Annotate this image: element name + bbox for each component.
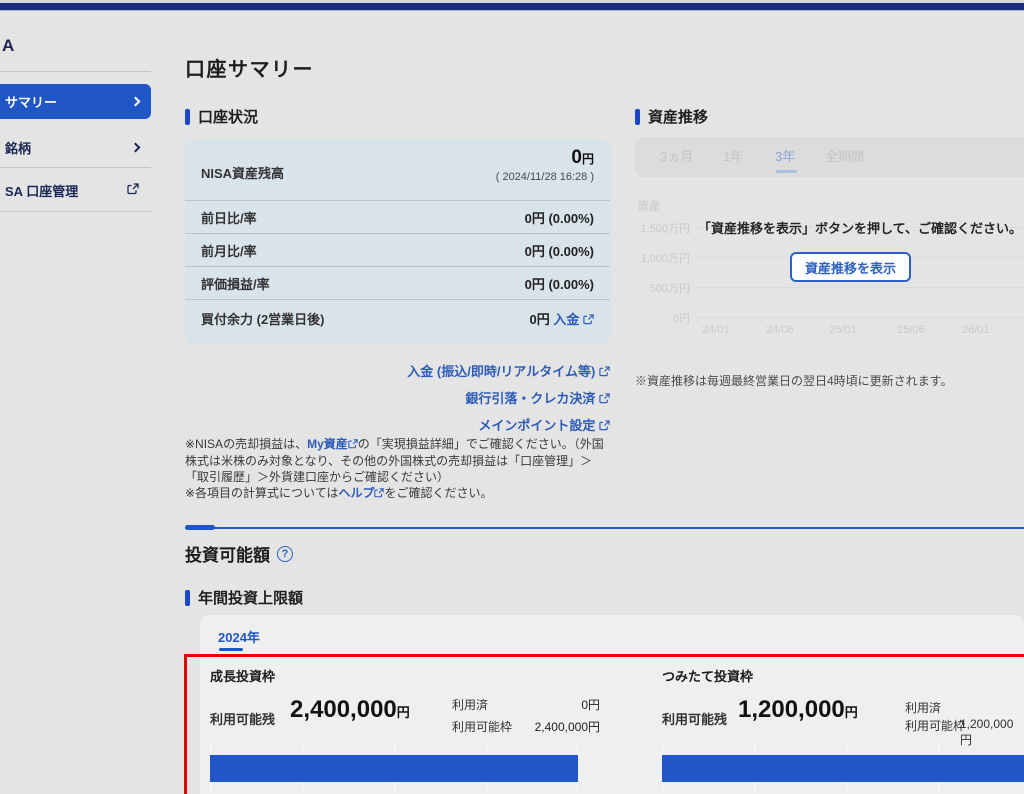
sidebar-item-label: 銘柄 <box>5 138 31 157</box>
main-point-settings-link[interactable]: メインポイント設定 <box>185 415 610 434</box>
x-tick: 25/01 <box>829 324 857 336</box>
chart-axis-label: 資産 <box>637 197 661 214</box>
my-assets-link[interactable]: My資産 <box>307 437 348 451</box>
sidebar-item-stocks[interactable]: 銘柄 <box>0 130 151 165</box>
table-row: 評価損益/率 0円 (0.00%) <box>185 266 610 299</box>
table-row: 前月比/率 0円 (0.00%) <box>185 233 610 266</box>
account-status-header: 口座状況 <box>185 106 258 127</box>
balance-value-block: 0円 ( 2024/11/28 16:28 ) <box>496 147 594 183</box>
note-text: をご確認ください。 <box>384 486 492 500</box>
x-tick: 26/01 <box>962 324 990 336</box>
row-label: 買付余力 (2営業日後) <box>201 309 325 328</box>
year-tab-underline <box>219 648 243 651</box>
deposit-methods-link[interactable]: 入金 (振込/即時/リアルタイム等) <box>185 361 610 380</box>
section-marker <box>635 109 640 125</box>
chevron-right-icon <box>131 143 141 153</box>
tab-1year[interactable]: 1年 <box>723 137 743 177</box>
section-divider-line <box>185 527 1024 529</box>
row-label: 前日比/率 <box>201 208 257 227</box>
x-tick: 25/06 <box>897 324 925 336</box>
page-title: 口座サマリー <box>185 53 314 82</box>
investable-heading: 投資可能額 ? <box>185 541 293 566</box>
section-title: 口座状況 <box>198 106 258 127</box>
section-divider-accent <box>185 525 215 530</box>
sidebar-divider <box>0 71 151 72</box>
external-link-icon <box>599 365 610 380</box>
row-value: 0円 (0.00%) <box>525 208 594 227</box>
sidebar-item-summary[interactable]: サマリー <box>0 84 151 119</box>
chart-update-note: ※資産推移は毎週最終営業日の翌日4時頃に更新されます。 <box>635 372 952 389</box>
tab-all[interactable]: 全期間 <box>825 137 864 177</box>
section-marker <box>185 109 190 125</box>
note-text: ※各項目の計算式については <box>185 486 338 500</box>
external-link-icon <box>374 486 384 502</box>
y-tick: 1,500万円 <box>628 220 690 236</box>
row-label: 評価損益/率 <box>201 274 270 293</box>
table-row: 買付余力 (2営業日後) 0円 入金 <box>185 299 610 345</box>
asset-transition-header: 資産推移 <box>635 106 708 127</box>
link-label: 銀行引落・クレカ決済 <box>465 391 595 406</box>
heading-label: 投資可能額 <box>185 541 270 566</box>
account-status-card: NISA資産残高 0円 ( 2024/11/28 16:28 ) 前日比/率 0… <box>185 139 610 345</box>
sidebar-divider <box>0 167 151 168</box>
chevron-right-icon <box>131 97 141 107</box>
top-accent-line <box>0 10 1024 11</box>
external-link-icon <box>348 437 358 453</box>
row-label: 前月比/率 <box>201 241 257 260</box>
link-label: 入金 (振込/即時/リアルタイム等) <box>407 364 595 379</box>
external-link-icon <box>599 392 610 407</box>
annual-limit-header: 年間投資上限額 <box>185 587 303 608</box>
annotation-red-box <box>184 654 1024 794</box>
help-icon[interactable]: ? <box>277 546 293 562</box>
external-link-icon <box>599 419 610 434</box>
period-tabs: 3ヵ月 1年 3年 全期間 <box>635 137 1024 177</box>
note-text: ※NISAの売却損益は、 <box>185 437 307 451</box>
balance-value: 0 <box>571 147 582 168</box>
sidebar-item-label: サマリー <box>5 92 57 111</box>
row-value: 0円 (0.00%) <box>525 274 594 293</box>
buying-power-value: 0円 入金 <box>530 309 595 328</box>
x-tick: 24/06 <box>766 324 794 336</box>
table-row: 前日比/率 0円 (0.00%) <box>185 200 610 233</box>
row-value: 0円 (0.00%) <box>525 241 594 260</box>
quick-links: 入金 (振込/即時/リアルタイム等) 銀行引落・クレカ決済 メインポイント設定 <box>185 361 610 442</box>
balance-timestamp: ( 2024/11/28 16:28 ) <box>496 171 594 183</box>
sidebar-logo: A <box>2 36 14 56</box>
account-note: ※NISAの売却損益は、My資産の「実現損益詳細」でご確認ください。（外国株式は… <box>185 436 613 502</box>
x-tick: 24/01 <box>702 324 730 336</box>
balance-unit: 円 <box>582 152 594 166</box>
section-marker <box>185 590 190 606</box>
active-tab-underline <box>776 170 797 173</box>
external-link-icon <box>127 183 139 198</box>
section-title: 年間投資上限額 <box>198 587 303 608</box>
deposit-link[interactable]: 入金 <box>553 312 579 327</box>
chart-placeholder-message: 「資産推移を表示」ボタンを押して、ご確認ください。 <box>698 218 1022 237</box>
row-value: 0円 <box>530 312 550 327</box>
section-title: 資産推移 <box>648 106 708 127</box>
row-label: NISA資産残高 <box>201 163 284 182</box>
bank-debit-link[interactable]: 銀行引落・クレカ決済 <box>185 388 610 407</box>
y-tick: 500万円 <box>628 280 690 296</box>
tab-3months[interactable]: 3ヵ月 <box>660 137 693 177</box>
tab-year-2024[interactable]: 2024年 <box>218 627 260 646</box>
help-link[interactable]: ヘルプ <box>338 486 374 500</box>
sidebar-item-label: SA 口座管理 <box>5 181 78 200</box>
chart-gridline <box>698 317 1024 318</box>
page: A サマリー 銘柄 SA 口座管理 口座サマリー 口座状況 NISA資産残高 0… <box>0 0 1024 794</box>
top-navy-bar <box>0 3 1024 10</box>
table-row: NISA資産残高 0円 ( 2024/11/28 16:28 ) <box>185 139 610 200</box>
external-link-icon <box>583 313 594 328</box>
y-tick: 0円 <box>628 310 690 326</box>
chart-gridline <box>698 287 1024 288</box>
link-label: メインポイント設定 <box>478 418 595 433</box>
note-text: の「実現損益詳細」でご確認ください。 <box>358 437 574 451</box>
y-tick: 1,000万円 <box>628 250 690 266</box>
sidebar-item-account-management[interactable]: SA 口座管理 <box>0 173 151 208</box>
sidebar-divider <box>0 211 151 212</box>
show-asset-transition-button[interactable]: 資産推移を表示 <box>790 252 911 282</box>
